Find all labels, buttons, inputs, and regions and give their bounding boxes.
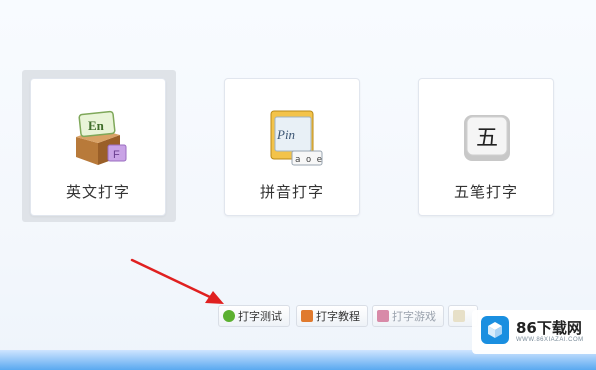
pinyin-board-icon: Pin a o e xyxy=(270,110,323,166)
typing-tutorial-label: 打字教程 xyxy=(316,310,360,323)
english-typing-card[interactable]: En F 英文打字 xyxy=(30,78,166,216)
english-icon-text: En xyxy=(88,118,105,133)
watermark-brand: 86下载网 xyxy=(516,319,582,337)
wubi-key-icon: 五 xyxy=(464,115,510,161)
pinyin-typing-card[interactable]: Pin a o e 拼音打字 xyxy=(224,78,360,216)
english-typing-label: 英文打字 xyxy=(65,183,130,201)
game-icon xyxy=(377,310,389,322)
wubi-typing-label: 五笔打字 xyxy=(453,183,518,201)
site-watermark: 86下载网 WWW.86XIAZAI.COM xyxy=(472,310,596,354)
wubi-typing-card[interactable]: 五 五笔打字 xyxy=(418,78,554,216)
cube-logo-icon xyxy=(481,316,509,344)
tutorial-book-icon xyxy=(301,310,313,322)
pinyin-typing-label: 拼音打字 xyxy=(259,183,324,201)
svg-text:F: F xyxy=(113,149,120,161)
watermark-site: WWW.86XIAZAI.COM xyxy=(516,337,584,343)
english-box-icon: En F xyxy=(76,110,127,165)
test-clock-icon xyxy=(223,310,235,322)
typing-test-button[interactable]: 打字测试 xyxy=(218,305,290,327)
pinyin-icon-text: Pin xyxy=(276,127,295,142)
typing-tutorial-button[interactable]: 打字教程 xyxy=(296,305,368,327)
typing-game-label: 打字游戏 xyxy=(392,310,436,323)
typing-game-button[interactable]: 打字游戏 xyxy=(372,305,444,327)
more-icon xyxy=(453,310,465,322)
typing-test-label: 打字测试 xyxy=(238,310,282,323)
wubi-icon-text: 五 xyxy=(476,126,498,151)
pinyin-icon-subtext: a o e xyxy=(295,155,322,165)
